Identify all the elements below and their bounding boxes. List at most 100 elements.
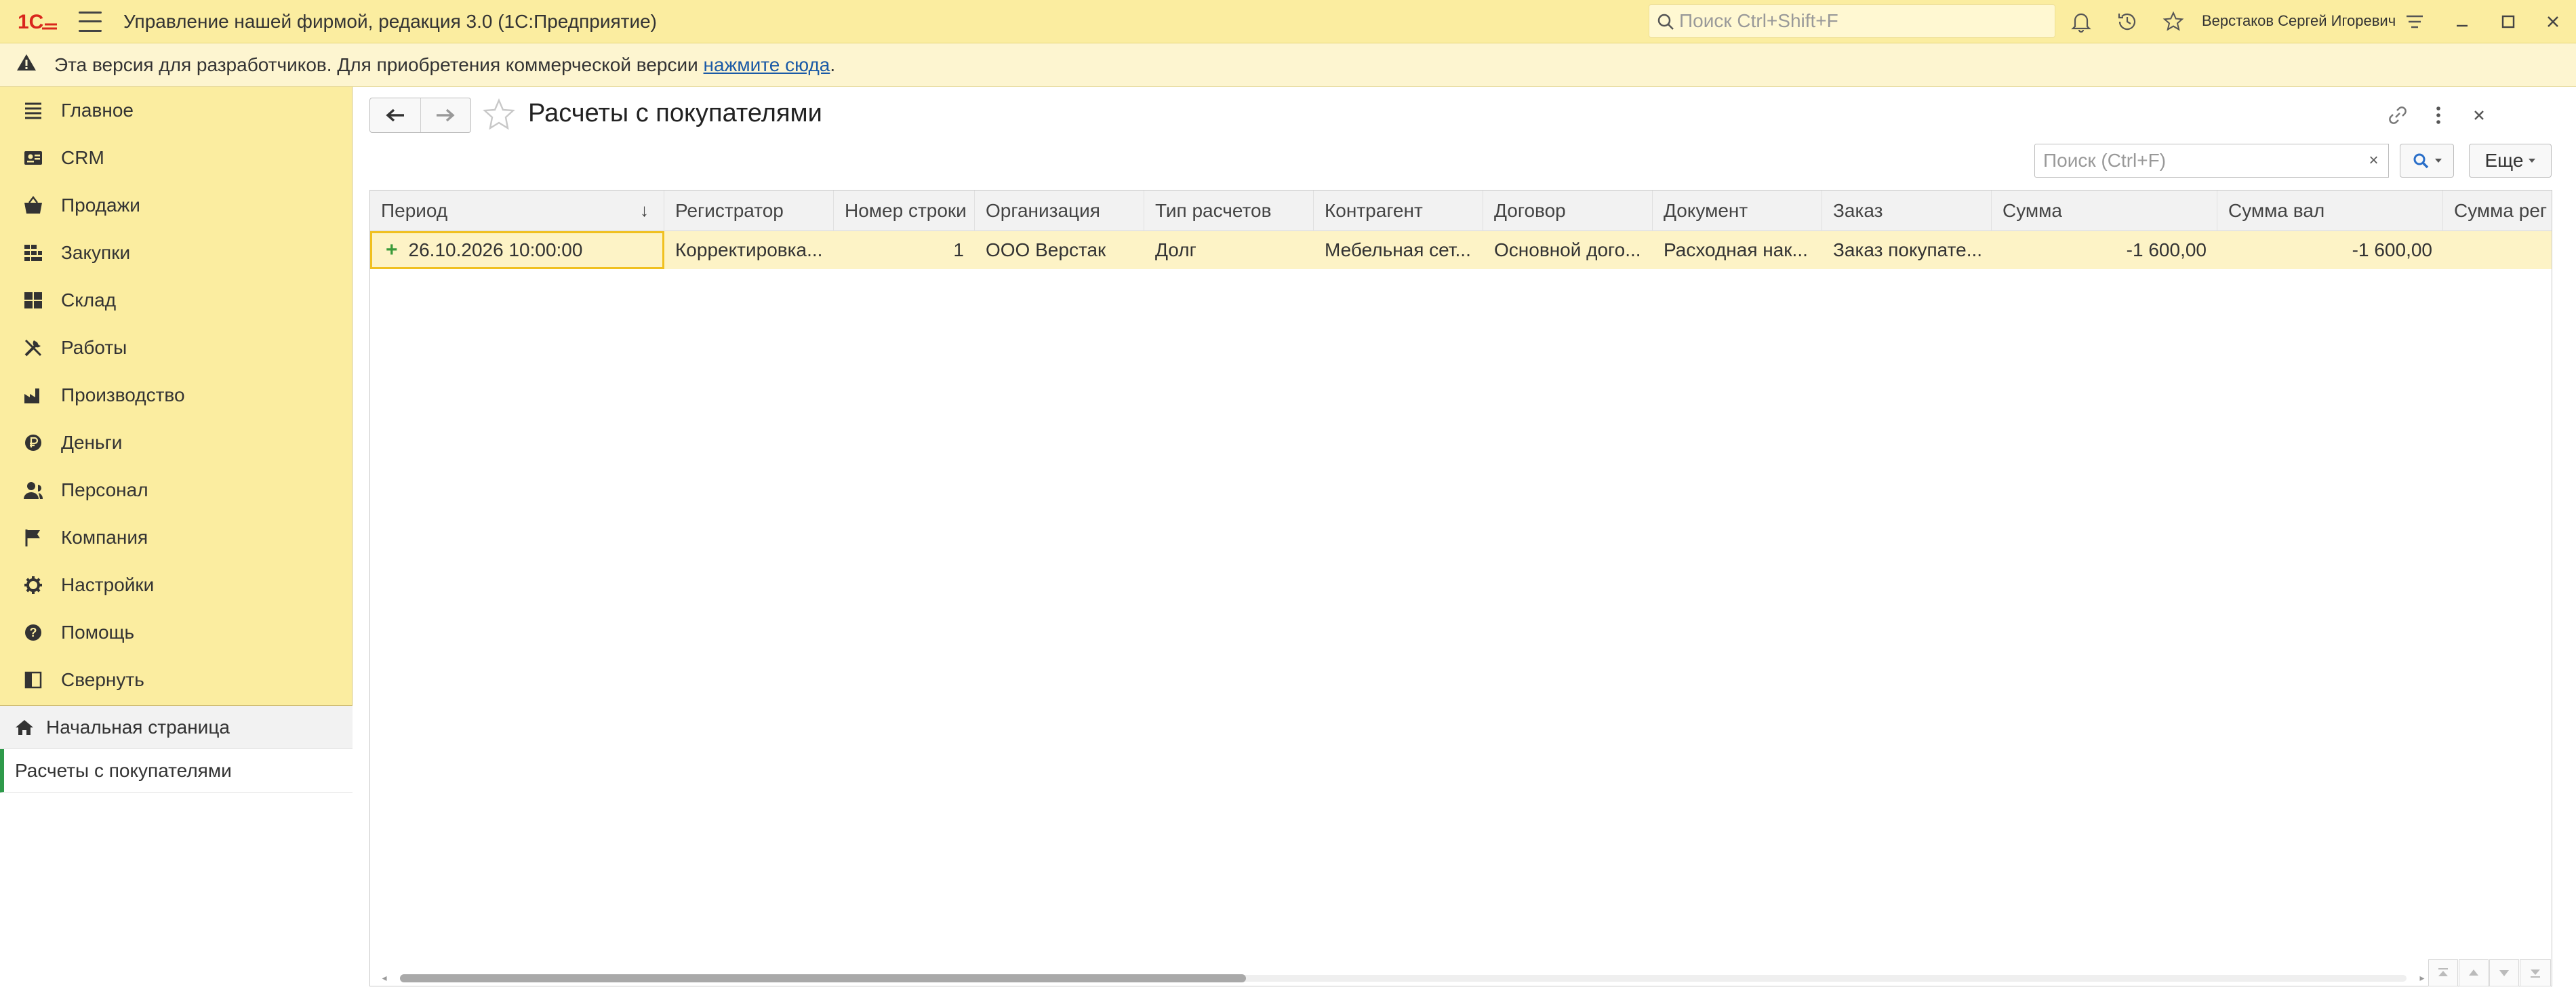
open-window-home[interactable]: Начальная страница xyxy=(0,706,353,749)
link-icon[interactable] xyxy=(2384,102,2411,129)
chevron-down-icon xyxy=(2435,159,2442,163)
cell-period[interactable]: + 26.10.2026 10:00:00 xyxy=(370,231,664,269)
sidebar-item-warehouse[interactable]: Склад xyxy=(0,277,352,324)
cell-document[interactable]: Расходная нак... xyxy=(1653,231,1822,269)
sidebar-item-label: Работы xyxy=(61,337,127,358)
column-header-organization[interactable]: Организация xyxy=(975,191,1144,231)
list-search-placeholder: Поиск (Ctrl+F) xyxy=(2043,150,2167,171)
minimize-icon[interactable] xyxy=(2450,9,2474,34)
flag-icon xyxy=(23,527,43,548)
column-header-amount-reg[interactable]: Сумма рег xyxy=(2443,191,2552,231)
close-window-icon[interactable] xyxy=(2541,9,2565,34)
open-window-current[interactable]: Расчеты с покупателями xyxy=(0,749,353,793)
maximize-icon[interactable] xyxy=(2496,9,2520,34)
more-button[interactable]: Еще xyxy=(2469,144,2552,178)
home-icon xyxy=(15,719,34,736)
sidebar-item-production[interactable]: Производство xyxy=(0,372,352,419)
sidebar-item-label: Производство xyxy=(61,384,185,405)
user-name[interactable]: Верстаков Сергей Игоревич xyxy=(2202,12,2396,30)
settings-menu-icon[interactable] xyxy=(2402,9,2427,34)
scroll-to-bottom-icon[interactable] xyxy=(2520,959,2551,986)
column-header-counterparty[interactable]: Контрагент xyxy=(1314,191,1483,231)
scroll-page-up-icon[interactable] xyxy=(2459,959,2489,986)
sidebar-item-personnel[interactable]: Персонал xyxy=(0,466,352,514)
scroll-to-top-icon[interactable] xyxy=(2428,959,2458,986)
person-icon xyxy=(23,480,43,500)
gear-icon xyxy=(23,575,43,595)
column-header-document[interactable]: Документ xyxy=(1653,191,1822,231)
sidebar-item-label: Персонал xyxy=(61,479,148,500)
sidebar-item-sales[interactable]: Продажи xyxy=(0,182,352,229)
cell-counterparty[interactable]: Мебельная сет... xyxy=(1314,231,1483,269)
column-header-settlement-type[interactable]: Тип расчетов xyxy=(1144,191,1314,231)
cell-settlement-type[interactable]: Долг xyxy=(1144,231,1314,269)
1c-logo[interactable]: 1С xyxy=(16,8,60,35)
sidebar-item-purchases[interactable]: Закупки xyxy=(0,229,352,277)
search-button[interactable] xyxy=(2400,144,2454,178)
column-header-contract[interactable]: Договор xyxy=(1483,191,1653,231)
sidebar-item-label: Свернуть xyxy=(61,669,144,690)
sidebar-item-company[interactable]: Компания xyxy=(0,514,352,561)
scrollbar-thumb[interactable] xyxy=(400,974,1246,982)
favorites-star-icon[interactable] xyxy=(2161,9,2186,34)
open-windows-panel: Начальная страница Расчеты с покупателям… xyxy=(0,706,353,1000)
sidebar-item-money[interactable]: Деньги xyxy=(0,419,352,466)
sidebar-item-settings[interactable]: Настройки xyxy=(0,561,352,609)
banner-suffix: . xyxy=(830,54,836,75)
horizontal-scrollbar[interactable]: ◂ ▸ xyxy=(370,969,2552,986)
cell-registrar[interactable]: Корректировка... xyxy=(664,231,834,269)
main-menu-icon[interactable] xyxy=(79,11,102,32)
sidebar-item-works[interactable]: Работы xyxy=(0,324,352,372)
banner-text: Эта версия для разработчиков. Для приобр… xyxy=(54,54,704,75)
column-header-amount-currency[interactable]: Сумма вал xyxy=(2217,191,2443,231)
table-row[interactable]: + 26.10.2026 10:00:00 Корректировка... 1… xyxy=(370,231,2552,269)
cell-amount-reg[interactable] xyxy=(2443,231,2552,269)
sidebar-item-label: Главное xyxy=(61,100,134,121)
clear-search-button[interactable]: × xyxy=(2359,144,2389,178)
sidebar-item-label: Продажи xyxy=(61,195,140,216)
buy-link[interactable]: нажмите сюда xyxy=(704,54,830,76)
list-search-input[interactable]: Поиск (Ctrl+F) xyxy=(2034,144,2373,178)
forward-button[interactable] xyxy=(420,98,471,132)
scroll-left-icon[interactable]: ◂ xyxy=(380,973,389,982)
sections-sidebar: Главное CRM Продажи Закупки Склад Работы… xyxy=(0,87,353,1000)
column-header-amount[interactable]: Сумма xyxy=(1992,191,2217,231)
cell-amount[interactable]: -1 600,00 xyxy=(1992,231,2217,269)
help-icon: ? xyxy=(23,622,43,643)
add-to-favorites-icon[interactable] xyxy=(481,96,517,133)
back-button[interactable] xyxy=(370,98,420,132)
scroll-right-icon[interactable]: ▸ xyxy=(2417,973,2427,982)
close-form-icon[interactable] xyxy=(2466,102,2493,129)
sidebar-item-main[interactable]: Главное xyxy=(0,87,352,134)
cell-contract[interactable]: Основной дого... xyxy=(1483,231,1653,269)
history-icon[interactable] xyxy=(2115,9,2139,34)
table-header: Период ↓ Регистратор Номер строки Органи… xyxy=(370,191,2552,231)
sidebar-item-crm[interactable]: CRM xyxy=(0,134,352,182)
more-actions-icon[interactable] xyxy=(2425,102,2452,129)
svg-text:?: ? xyxy=(30,626,37,639)
sidebar-item-label: Помощь xyxy=(61,622,135,643)
basket-icon xyxy=(23,195,43,216)
svg-text:1С: 1С xyxy=(18,11,43,33)
column-header-period[interactable]: Период ↓ xyxy=(370,191,664,231)
tools-icon xyxy=(23,338,43,358)
scroll-page-down-icon[interactable] xyxy=(2489,959,2519,986)
global-search-input[interactable]: Поиск Ctrl+Shift+F xyxy=(1649,4,2055,38)
bell-icon[interactable] xyxy=(2069,9,2093,34)
sidebar-item-label: Склад xyxy=(61,289,117,311)
money-icon xyxy=(23,433,43,453)
cell-organization[interactable]: ООО Верстак xyxy=(975,231,1144,269)
developer-version-banner: Эта версия для разработчиков. Для приобр… xyxy=(0,43,2576,87)
cell-line-number[interactable]: 1 xyxy=(834,231,975,269)
cell-order[interactable]: Заказ покупате... xyxy=(1822,231,1992,269)
column-header-line-number[interactable]: Номер строки xyxy=(834,191,975,231)
warehouse-icon xyxy=(23,290,43,311)
sidebar-item-label: CRM xyxy=(61,147,104,168)
sidebar-item-help[interactable]: ? Помощь xyxy=(0,609,352,656)
sidebar-item-collapse[interactable]: Свернуть xyxy=(0,656,352,704)
global-search-placeholder: Поиск Ctrl+Shift+F xyxy=(1679,10,1838,31)
cell-amount-currency[interactable]: -1 600,00 xyxy=(2217,231,2443,269)
sidebar-item-label: Компания xyxy=(61,527,148,548)
column-header-order[interactable]: Заказ xyxy=(1822,191,1992,231)
column-header-registrar[interactable]: Регистратор xyxy=(664,191,834,231)
